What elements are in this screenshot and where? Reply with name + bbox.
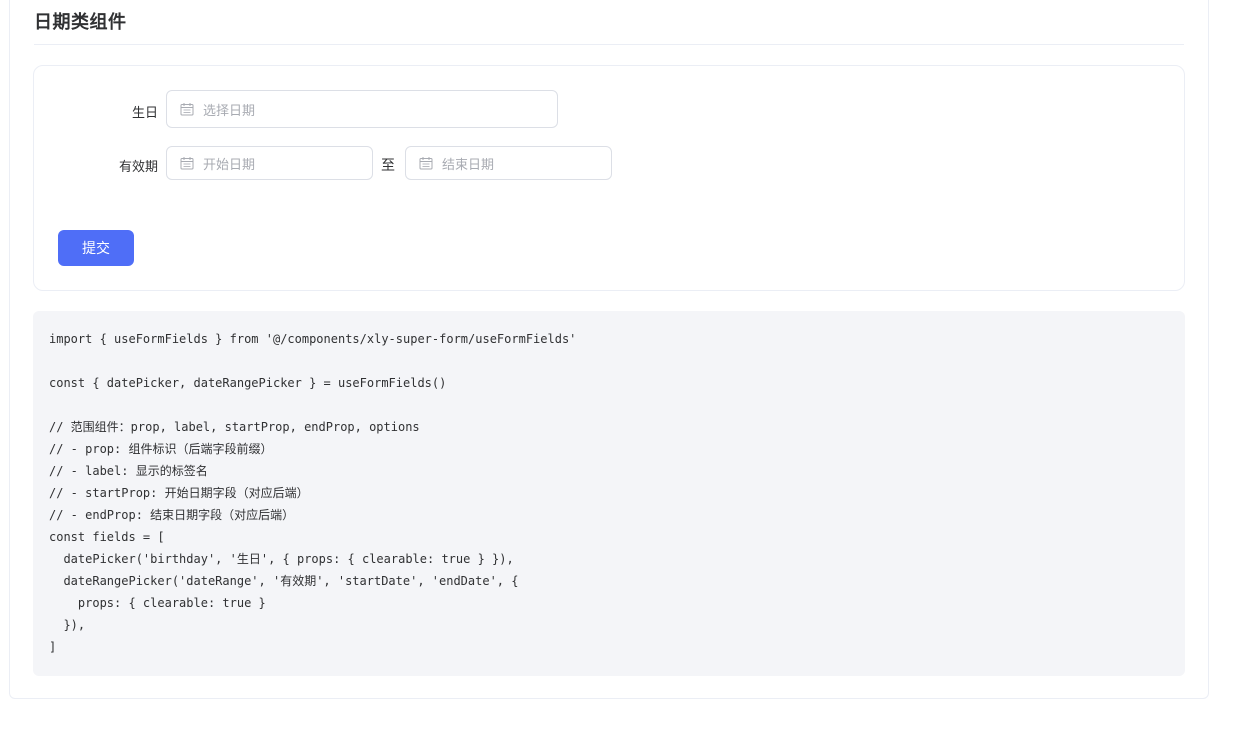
code-line: const fields = [ [49,530,165,544]
range-separator: 至 [381,157,395,173]
title-divider [34,44,1184,45]
code-line: const { datePicker, dateRangePicker } = … [49,376,447,390]
end-date-placeholder: 结束日期 [442,156,495,172]
date-range-label: 有效期 [118,159,158,174]
code-line: datePicker('birthday', '生日', { props: { … [49,552,514,566]
calendar-icon [180,156,194,170]
code-line: dateRangePicker('dateRange', '有效期', 'sta… [49,574,519,588]
section-title: 日期类组件 [34,12,127,32]
code-line: // - endProp: 结束日期字段（对应后端） [49,508,295,522]
code-line: // 范围组件：prop, label, startProp, endProp,… [49,420,420,434]
birthday-date-picker[interactable]: 选择日期 [166,90,558,128]
birthday-label: 生日 [131,105,158,120]
code-line: props: { clearable: true } [49,596,266,610]
code-line: }), [49,618,86,632]
code-line: ] [49,640,57,654]
submit-button[interactable]: 提交 [58,230,134,266]
calendar-icon [419,156,433,170]
calendar-icon [180,102,194,116]
end-date-picker[interactable]: 结束日期 [405,146,612,180]
code-line: // - startProp: 开始日期字段（对应后端） [49,486,309,500]
code-line: // - label: 显示的标签名 [49,464,208,478]
code-line: // - prop: 组件标识（后端字段前缀） [49,442,273,456]
code-line: import { useFormFields } from '@/compone… [49,332,577,346]
birthday-placeholder: 选择日期 [203,102,256,118]
code-block: import { useFormFields } from '@/compone… [33,311,1185,676]
start-date-picker[interactable]: 开始日期 [166,146,373,180]
start-date-placeholder: 开始日期 [203,156,256,172]
